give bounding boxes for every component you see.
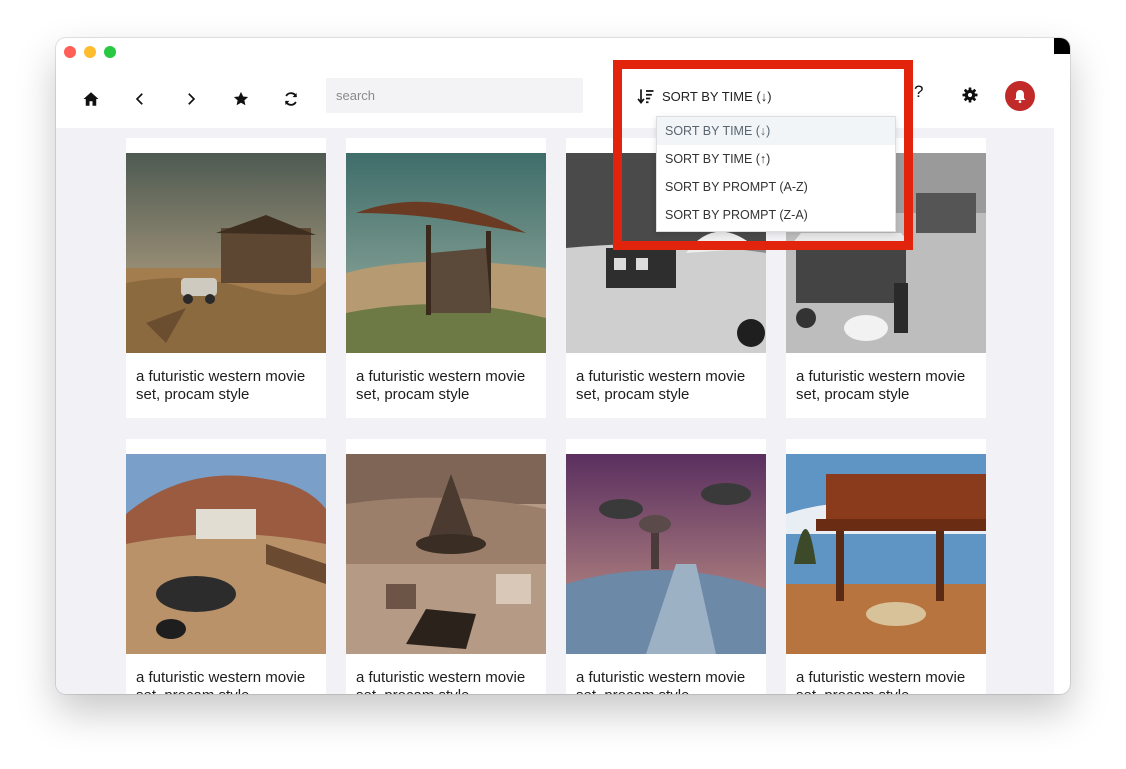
gallery-card[interactable]: a futuristic western movie set, procam s… [126, 138, 326, 418]
sort-option-time-desc[interactable]: SORT BY TIME (↓) [657, 117, 895, 145]
star-icon [233, 91, 249, 106]
sort-dropdown-button[interactable]: SORT BY TIME (↓) [636, 80, 772, 112]
maximize-window-button[interactable] [104, 46, 116, 58]
card-caption: a futuristic western movie set, procam s… [136, 669, 306, 694]
card-caption: a futuristic western movie set, procam s… [136, 368, 306, 403]
generated-image[interactable] [126, 153, 326, 353]
search-input[interactable] [326, 78, 583, 113]
gallery-card[interactable]: a futuristic western movie set, procam s… [346, 439, 546, 694]
gear-icon [962, 87, 978, 103]
generated-image[interactable] [346, 153, 546, 353]
chevron-right-icon [188, 93, 196, 105]
close-window-button[interactable] [64, 46, 76, 58]
window-controls [64, 46, 116, 58]
gallery-area: a futuristic western movie set, procam s… [56, 128, 1054, 694]
corner-marker [1054, 38, 1070, 54]
sort-option-prompt-za[interactable]: SORT BY PROMPT (Z-A) [657, 201, 895, 229]
chevron-left-icon [135, 93, 143, 105]
sort-menu: SORT BY TIME (↓) SORT BY TIME (↑) SORT B… [656, 116, 896, 232]
sort-option-prompt-az[interactable]: SORT BY PROMPT (A-Z) [657, 173, 895, 201]
favorites-button[interactable] [226, 84, 256, 114]
bell-icon [1014, 90, 1026, 103]
minimize-window-button[interactable] [84, 46, 96, 58]
card-caption: a futuristic western movie set, procam s… [796, 669, 966, 694]
sort-descending-icon [637, 89, 654, 105]
generated-image[interactable] [566, 454, 766, 654]
forward-button[interactable] [176, 84, 206, 114]
card-caption: a futuristic western movie set, procam s… [356, 368, 526, 403]
sort-option-time-asc[interactable]: SORT BY TIME (↑) [657, 145, 895, 173]
card-caption: a futuristic western movie set, procam s… [356, 669, 526, 694]
refresh-button[interactable] [276, 84, 306, 114]
gallery-card[interactable]: a futuristic western movie set, procam s… [786, 439, 986, 694]
help-button[interactable]: ? [914, 82, 923, 102]
notifications-button[interactable] [1005, 81, 1035, 111]
card-caption: a futuristic western movie set, procam s… [576, 669, 746, 694]
card-caption: a futuristic western movie set, procam s… [576, 368, 746, 403]
sort-label: SORT BY TIME (↓) [662, 88, 772, 104]
gallery-card[interactable]: a futuristic western movie set, procam s… [346, 138, 546, 418]
settings-button[interactable] [955, 80, 985, 110]
card-caption: a futuristic western movie set, procam s… [796, 368, 966, 403]
gallery-card[interactable]: a futuristic western movie set, procam s… [566, 439, 766, 694]
back-button[interactable] [125, 84, 155, 114]
generated-image[interactable] [126, 454, 326, 654]
refresh-icon [284, 92, 298, 106]
generated-image[interactable] [346, 454, 546, 654]
home-button[interactable] [76, 84, 106, 114]
app-window: SORT BY TIME (↓) ? [56, 38, 1070, 694]
home-icon [83, 92, 99, 106]
gallery-card[interactable]: a futuristic western movie set, procam s… [126, 439, 326, 694]
generated-image[interactable] [786, 454, 986, 654]
